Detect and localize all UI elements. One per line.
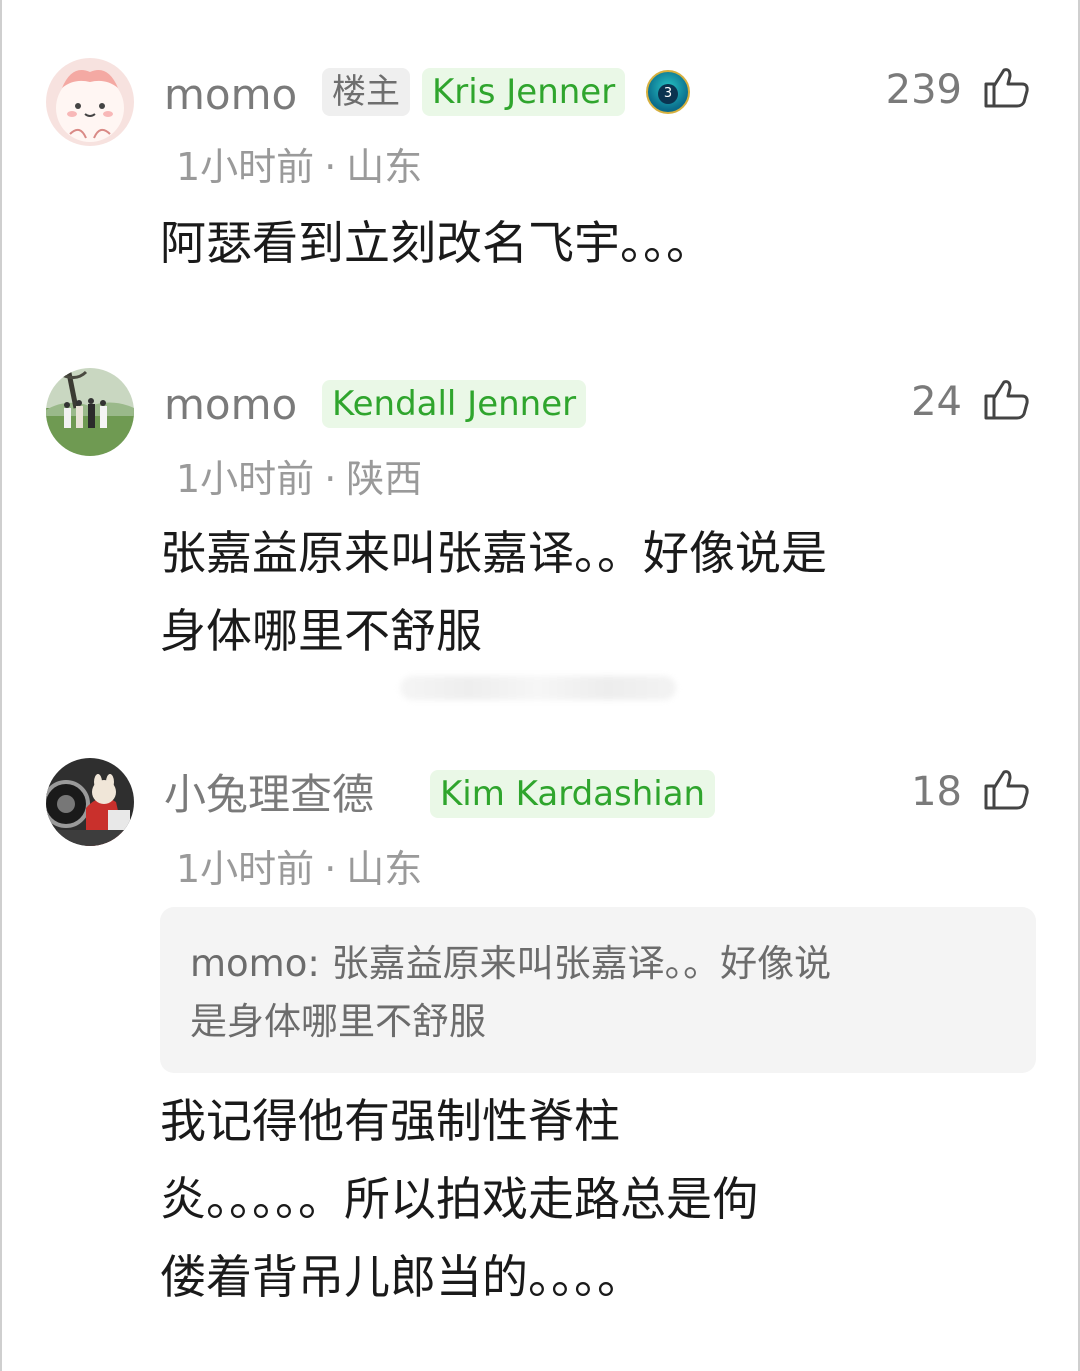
comment-text: 我记得他有强制性脊柱 炎。。。。。所以拍戏走路总是佝 偻着背吊儿郎当的。。。。 (160, 1082, 1000, 1316)
comment-meta: 1小时前 · 山东 (176, 148, 422, 186)
username[interactable]: momo (164, 384, 297, 426)
separator-dot: · (324, 457, 337, 501)
avatar[interactable] (46, 758, 134, 846)
level-badge-icon: 3 (646, 70, 690, 114)
fan-medal-badge[interactable]: Kris Jenner (422, 68, 626, 116)
blurred-region (400, 676, 676, 700)
timestamp: 1小时前 (176, 145, 315, 189)
comment-meta: 1小时前 · 山东 (176, 850, 422, 888)
comment-text: 阿瑟看到立刻改名飞宇。。。 (160, 216, 712, 270)
op-badge: 楼主 (322, 68, 410, 116)
thumbs-up-icon[interactable] (982, 64, 1030, 112)
like-count: 24 (911, 379, 962, 425)
like-count: 239 (885, 67, 962, 113)
left-edge (0, 0, 2, 1371)
comment-meta: 1小时前 · 陕西 (176, 460, 422, 498)
thumbs-up-icon[interactable] (982, 766, 1030, 814)
timestamp: 1小时前 (176, 457, 315, 501)
location: 陕西 (346, 457, 423, 501)
separator-dot: · (324, 847, 337, 891)
comment-text: 张嘉益原来叫张嘉译。。好像说是 身体哪里不舒服 (160, 514, 1000, 670)
separator-dot: · (324, 145, 337, 189)
comment-text-line: 身体哪里不舒服 (160, 604, 482, 658)
quoted-reply-line: 是身体哪里不舒服 (190, 1000, 486, 1043)
thumbs-up-icon[interactable] (982, 376, 1030, 424)
quoted-reply[interactable]: momo: 张嘉益原来叫张嘉译。。好像说 是身体哪里不舒服 (160, 907, 1036, 1073)
avatar[interactable] (46, 58, 134, 146)
comment-text-line: 张嘉益原来叫张嘉译。。好像说是 (160, 526, 827, 580)
location: 山东 (346, 145, 423, 189)
quoted-reply-line: momo: 张嘉益原来叫张嘉译。。好像说 (190, 942, 832, 985)
level-number: 3 (658, 84, 678, 105)
username[interactable]: 小兔理查德 (164, 774, 374, 816)
avatar[interactable] (46, 368, 134, 456)
fan-medal-badge[interactable]: Kim Kardashian (430, 770, 716, 818)
fan-medal-badge[interactable]: Kendall Jenner (322, 380, 587, 428)
timestamp: 1小时前 (176, 847, 315, 891)
username[interactable]: momo (164, 74, 297, 116)
comment-text-line: 偻着背吊儿郎当的。。。。 (160, 1250, 643, 1304)
location: 山东 (346, 847, 423, 891)
comment-text-line: 我记得他有强制性脊柱 (160, 1094, 620, 1148)
comment-text-line: 炎。。。。。所以拍戏走路总是佝 (160, 1172, 758, 1226)
like-count: 18 (911, 769, 962, 815)
